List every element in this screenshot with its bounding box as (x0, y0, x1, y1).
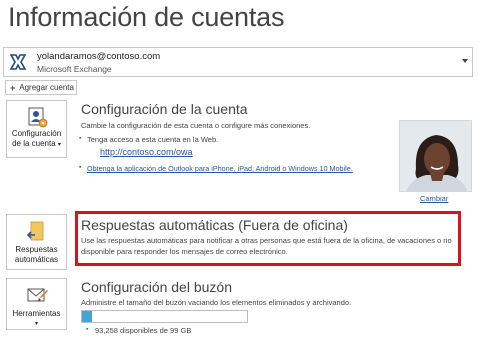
tools-icon (27, 288, 48, 302)
automatic-replies-button[interactable]: Respuestas automáticas (6, 214, 67, 270)
automatic-replies-label-1: Respuestas (15, 245, 58, 254)
mailbox-quota-text: 93,258 disponibles de 99 GB (86, 326, 191, 335)
mailbox-usage-fill (82, 311, 92, 322)
plus-icon: + (10, 82, 16, 93)
account-settings-button[interactable]: Configuración de la cuenta ▾ (6, 100, 67, 158)
account-settings-description: Cambie la configuración de esta cuenta o… (81, 121, 311, 130)
add-account-label: Agregar cuenta (19, 83, 74, 92)
exchange-icon (9, 54, 27, 70)
add-account-button[interactable]: + Agregar cuenta (5, 80, 77, 95)
mailbox-usage-bar (81, 310, 248, 323)
mobile-app-link[interactable]: Obtenga la aplicación de Outlook para iP… (87, 164, 353, 173)
account-selector[interactable]: yolandaramos@contoso.com Microsoft Excha… (3, 47, 473, 77)
automatic-replies-icon (26, 221, 43, 241)
change-photo-link[interactable]: Cambiar (420, 194, 448, 203)
web-access-text: Tenga acceso a esta cuenta en la Web. (79, 135, 218, 144)
automatic-replies-label-2: automáticas (14, 255, 59, 264)
account-settings-label-2: de la cuenta ▾ (12, 139, 61, 148)
account-type: Microsoft Exchange (37, 64, 112, 74)
avatar (400, 121, 471, 191)
owa-link[interactable]: http://contoso.com/owa (100, 147, 193, 157)
tools-button[interactable]: Herramientas ▾ (6, 278, 67, 330)
account-settings-title: Configuración de la cuenta (81, 101, 248, 117)
chevron-down-icon: ▾ (34, 321, 38, 327)
profile-photo (399, 120, 472, 192)
highlight-box (75, 211, 461, 266)
tools-label: Herramientas (12, 309, 61, 318)
account-settings-label-1: Configuración (11, 129, 62, 138)
mobile-app-bullet: Obtenga la aplicación de Outlook para iP… (79, 164, 353, 173)
account-settings-icon (28, 107, 47, 128)
account-email: yolandaramos@contoso.com (37, 51, 161, 62)
page-title: Información de cuentas (8, 2, 285, 32)
chevron-down-icon: ▾ (57, 142, 61, 148)
mailbox-settings-description: Administre el tamaño del buzón vaciando … (81, 298, 352, 307)
chevron-down-icon[interactable] (461, 57, 469, 65)
mailbox-settings-title: Configuración del buzón (81, 279, 232, 295)
